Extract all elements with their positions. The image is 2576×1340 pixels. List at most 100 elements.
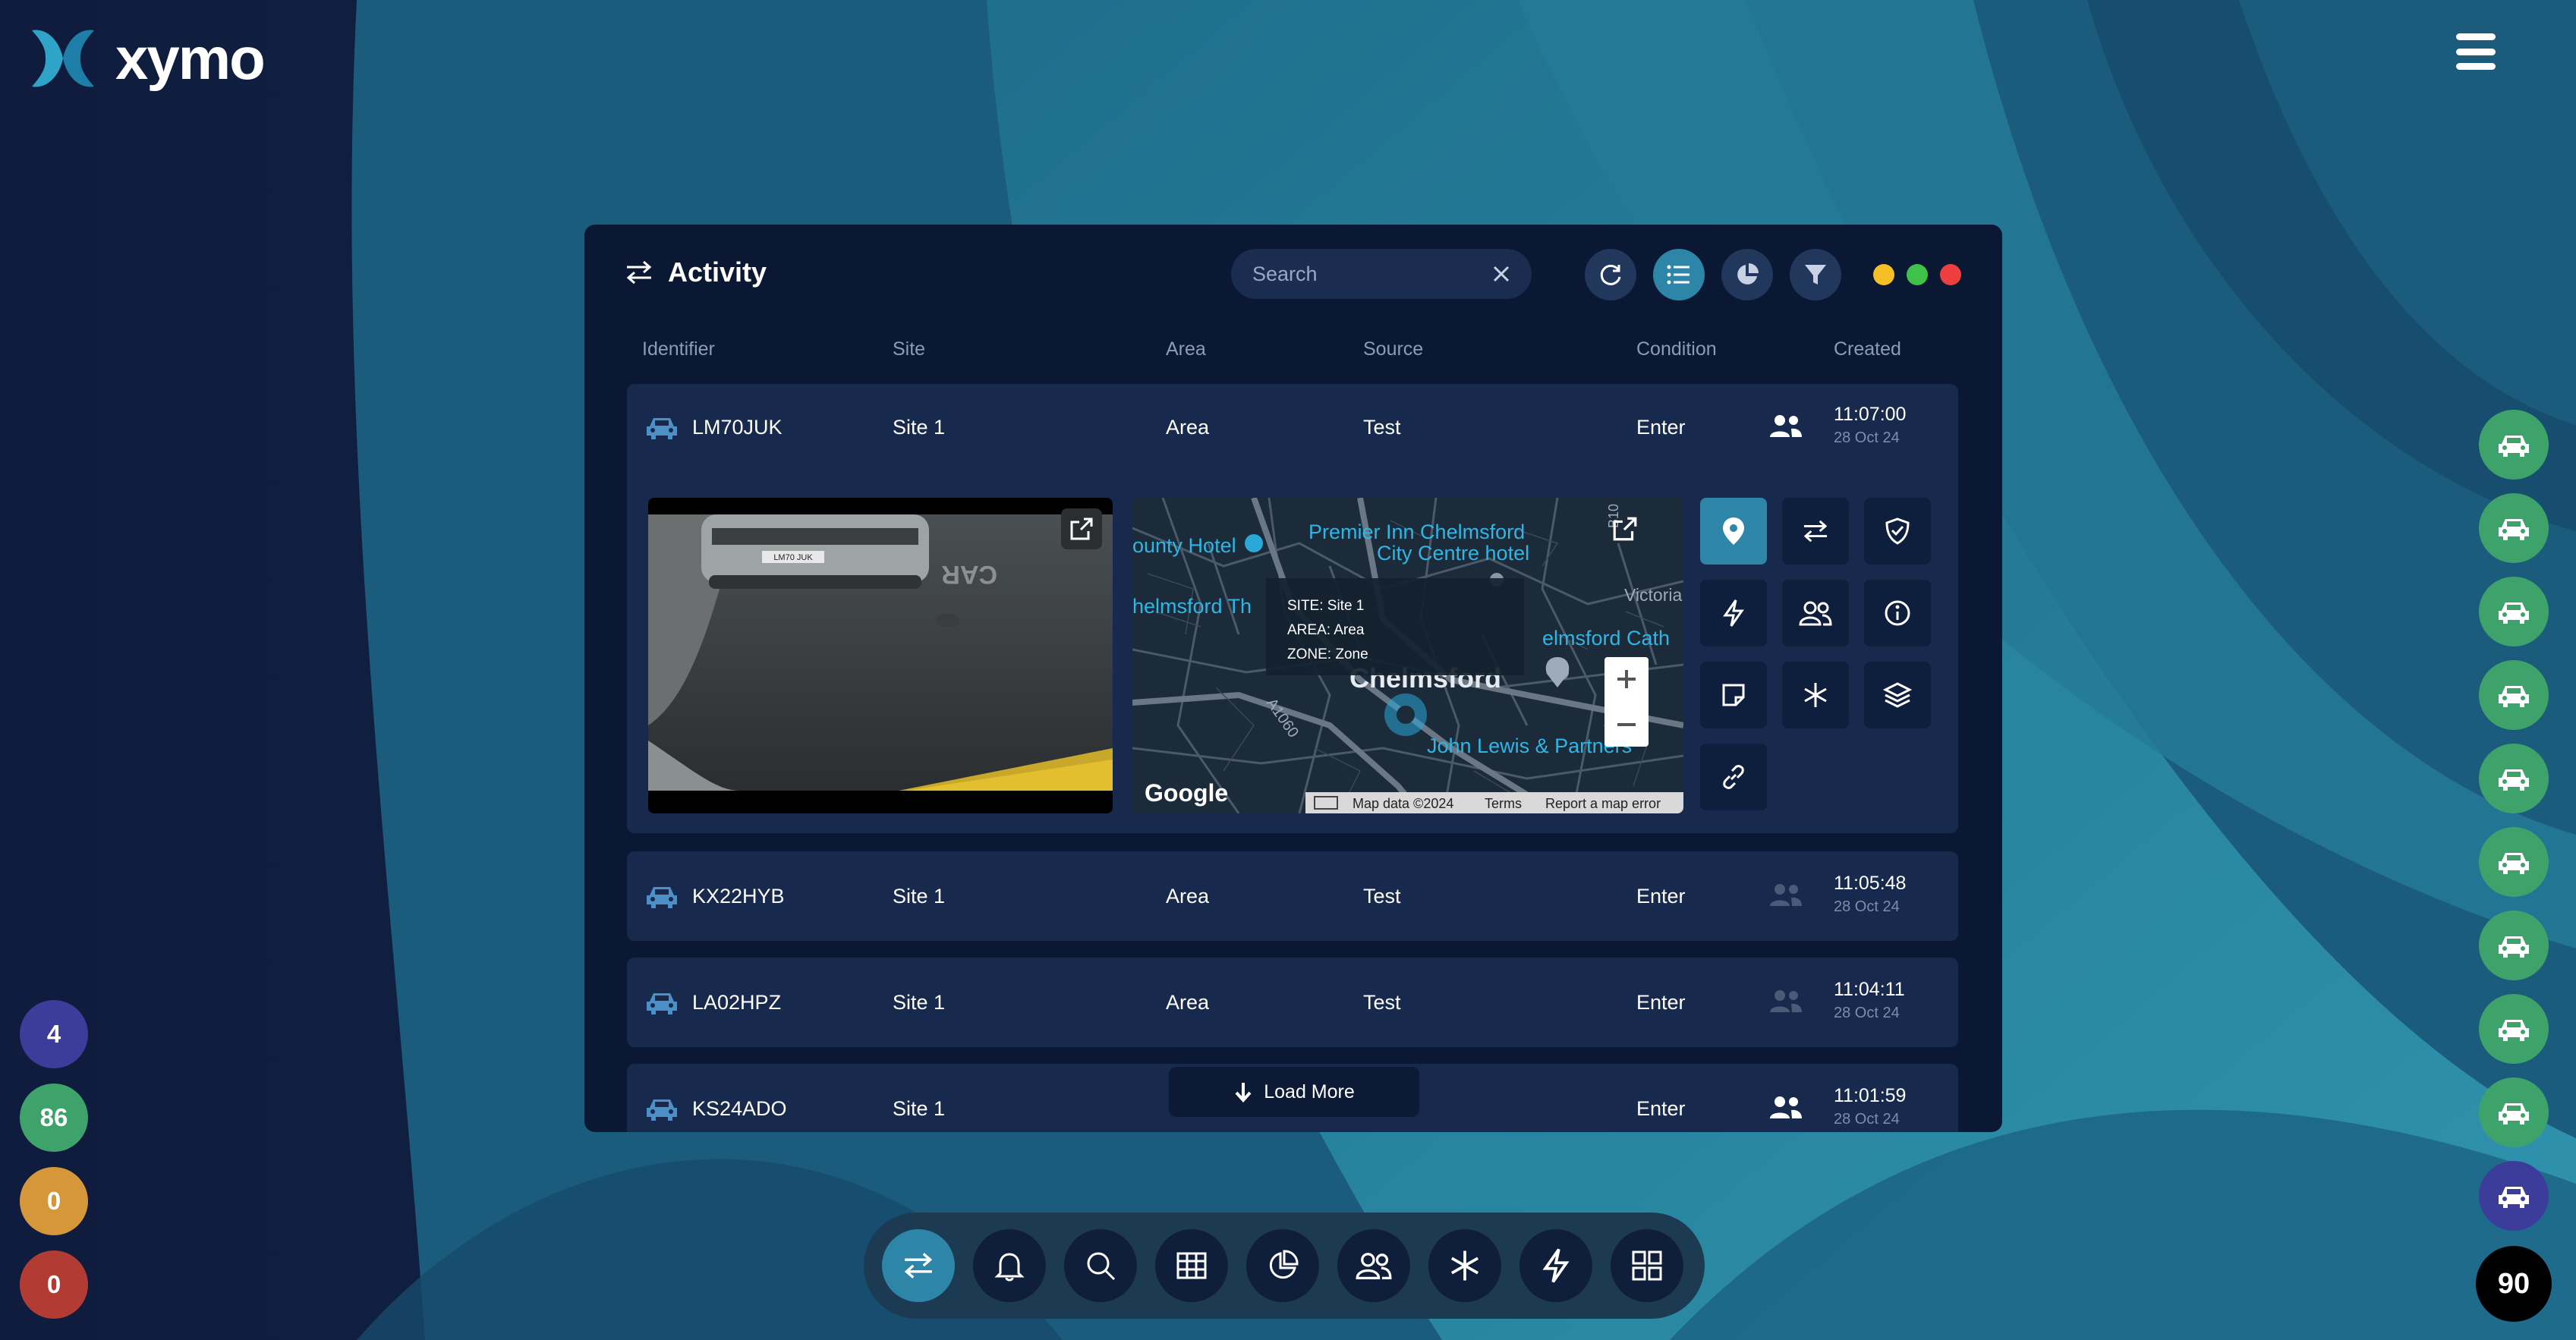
table-row[interactable]: KX22HYB Site 1 Area Test Enter 11:05:48 … [627,851,1958,941]
chart-view-button[interactable] [1721,249,1773,300]
map-attribution-terms[interactable]: Terms [1485,796,1522,811]
stat-badge-green[interactable]: 86 [20,1084,88,1152]
hamburger-menu-icon[interactable] [2456,33,2496,70]
lightning-action-button[interactable] [1700,580,1767,646]
dock-people-button[interactable] [1337,1229,1410,1302]
filter-button[interactable] [1790,249,1841,300]
vehicle-filter-button[interactable] [2479,493,2549,563]
vehicle-filter-button[interactable] [2479,994,2549,1064]
column-header-site[interactable]: Site [893,338,925,360]
vehicle-filter-button[interactable] [2479,827,2549,897]
window-minimize-dot[interactable] [1873,264,1894,285]
row-condition: Enter [1636,416,1686,439]
dock-asterisk-button[interactable] [1428,1229,1501,1302]
link-icon [1723,765,1744,789]
row-area: Area [1166,416,1210,439]
info-action-button[interactable] [1864,580,1931,646]
zoom-out-button[interactable] [1604,703,1649,747]
vehicle-count-badge[interactable]: 90 [2476,1246,2552,1322]
window-maximize-dot[interactable] [1907,264,1928,285]
brand-name: xymo [115,24,266,92]
note-action-button[interactable] [1700,662,1767,728]
row-time: 11:01:59 [1834,1085,1907,1106]
stat-badge-orange[interactable]: 0 [20,1167,88,1235]
row-time: 11:05:48 [1834,873,1907,894]
panel-title-text: Activity [668,256,767,288]
google-logo: Google [1145,779,1228,807]
vehicle-filter-button[interactable] [2479,577,2549,646]
brand-logo[interactable]: xymo [27,23,266,94]
map-label-poi4: Victoria [1624,585,1682,605]
layers-action-button[interactable] [1864,662,1931,728]
row-area: Area [1166,885,1210,907]
car-icon [2499,1020,2529,1041]
dock-lightning-button[interactable] [1519,1229,1592,1302]
map-attribution-data: Map data ©2024 [1353,796,1453,811]
pie-chart-icon [1269,1250,1299,1279]
map-info-area: AREA: Area [1287,622,1365,638]
row-condition: Enter [1636,885,1686,907]
dock-notifications-button[interactable] [973,1229,1046,1302]
vehicle-filter-button[interactable] [2479,410,2549,480]
plate-capture-image: LM70 JUK CAR [648,514,1113,813]
dock-charts-button[interactable] [1246,1229,1319,1302]
list-icon [1667,265,1690,285]
swap-action-button[interactable] [1782,498,1849,565]
row-date: 28 Oct 24 [1834,898,1900,915]
car-icon [2499,1187,2529,1208]
car-icon [2499,1103,2529,1125]
row-identifier: KS24ADO [692,1097,787,1120]
column-header-identifier[interactable]: Identifier [642,338,715,360]
window-close-dot[interactable] [1940,264,1961,285]
people-icon[interactable] [1768,413,1803,440]
search-input[interactable] [1252,262,1480,286]
people-action-button[interactable] [1782,580,1849,646]
vehicle-filter-button[interactable] [2479,1161,2549,1231]
column-header-source[interactable]: Source [1363,338,1423,360]
dock-table-button[interactable] [1155,1229,1228,1302]
people-icon[interactable] [1768,1094,1803,1121]
row-site: Site 1 [893,416,946,439]
zoom-in-button[interactable] [1604,657,1649,701]
vehicle-filter-button[interactable] [2479,911,2549,980]
location-pin-icon [1723,517,1744,545]
table-row[interactable]: LA02HPZ Site 1 Area Test Enter 11:04:11 … [627,958,1958,1047]
vehicle-photo[interactable]: LM70 JUK CAR [648,498,1113,813]
dock-search-button[interactable] [1064,1229,1137,1302]
row-identifier: LM70JUK [692,416,783,439]
column-header-area[interactable]: Area [1166,338,1206,360]
dock-activity-button[interactable] [882,1229,955,1302]
car-icon [2499,769,2529,791]
refresh-button[interactable] [1585,249,1636,300]
open-photo-button[interactable] [1061,508,1102,549]
car-icon [2499,936,2529,958]
vehicle-filter-button[interactable] [2479,1077,2549,1147]
people-icon[interactable] [1768,988,1803,1015]
location-map[interactable]: Premier Inn Chelmsford City Centre hotel… [1132,498,1683,813]
vehicle-filter-button[interactable] [2479,744,2549,813]
search-box[interactable] [1231,249,1532,299]
link-action-button[interactable] [1700,744,1767,810]
location-action-button[interactable] [1700,498,1767,565]
people-icon[interactable] [1768,882,1803,909]
car-icon [2499,853,2529,874]
column-header-condition[interactable]: Condition [1636,338,1717,360]
row-source: Test [1363,885,1401,907]
stat-badge-blue[interactable]: 4 [20,1000,88,1068]
column-header-created[interactable]: Created [1834,338,1901,360]
lightning-icon [1542,1248,1570,1283]
vehicle-filter-button[interactable] [2479,660,2549,730]
external-link-icon [1070,517,1093,540]
shield-action-button[interactable] [1864,498,1931,565]
open-map-button[interactable] [1604,508,1645,549]
row-area: Area [1166,991,1210,1014]
stat-badge-red[interactable]: 0 [20,1250,88,1319]
table-row[interactable]: LM70JUK Site 1 Area Test Enter 11:07:00 … [627,384,1958,833]
car-icon [647,1099,677,1121]
asterisk-action-button[interactable] [1782,662,1849,728]
map-attribution-report[interactable]: Report a map error [1545,796,1661,811]
load-more-button[interactable]: Load More [1169,1067,1419,1117]
list-view-button[interactable] [1653,249,1705,300]
close-icon[interactable] [1492,265,1510,283]
dock-dashboard-button[interactable] [1611,1229,1683,1302]
